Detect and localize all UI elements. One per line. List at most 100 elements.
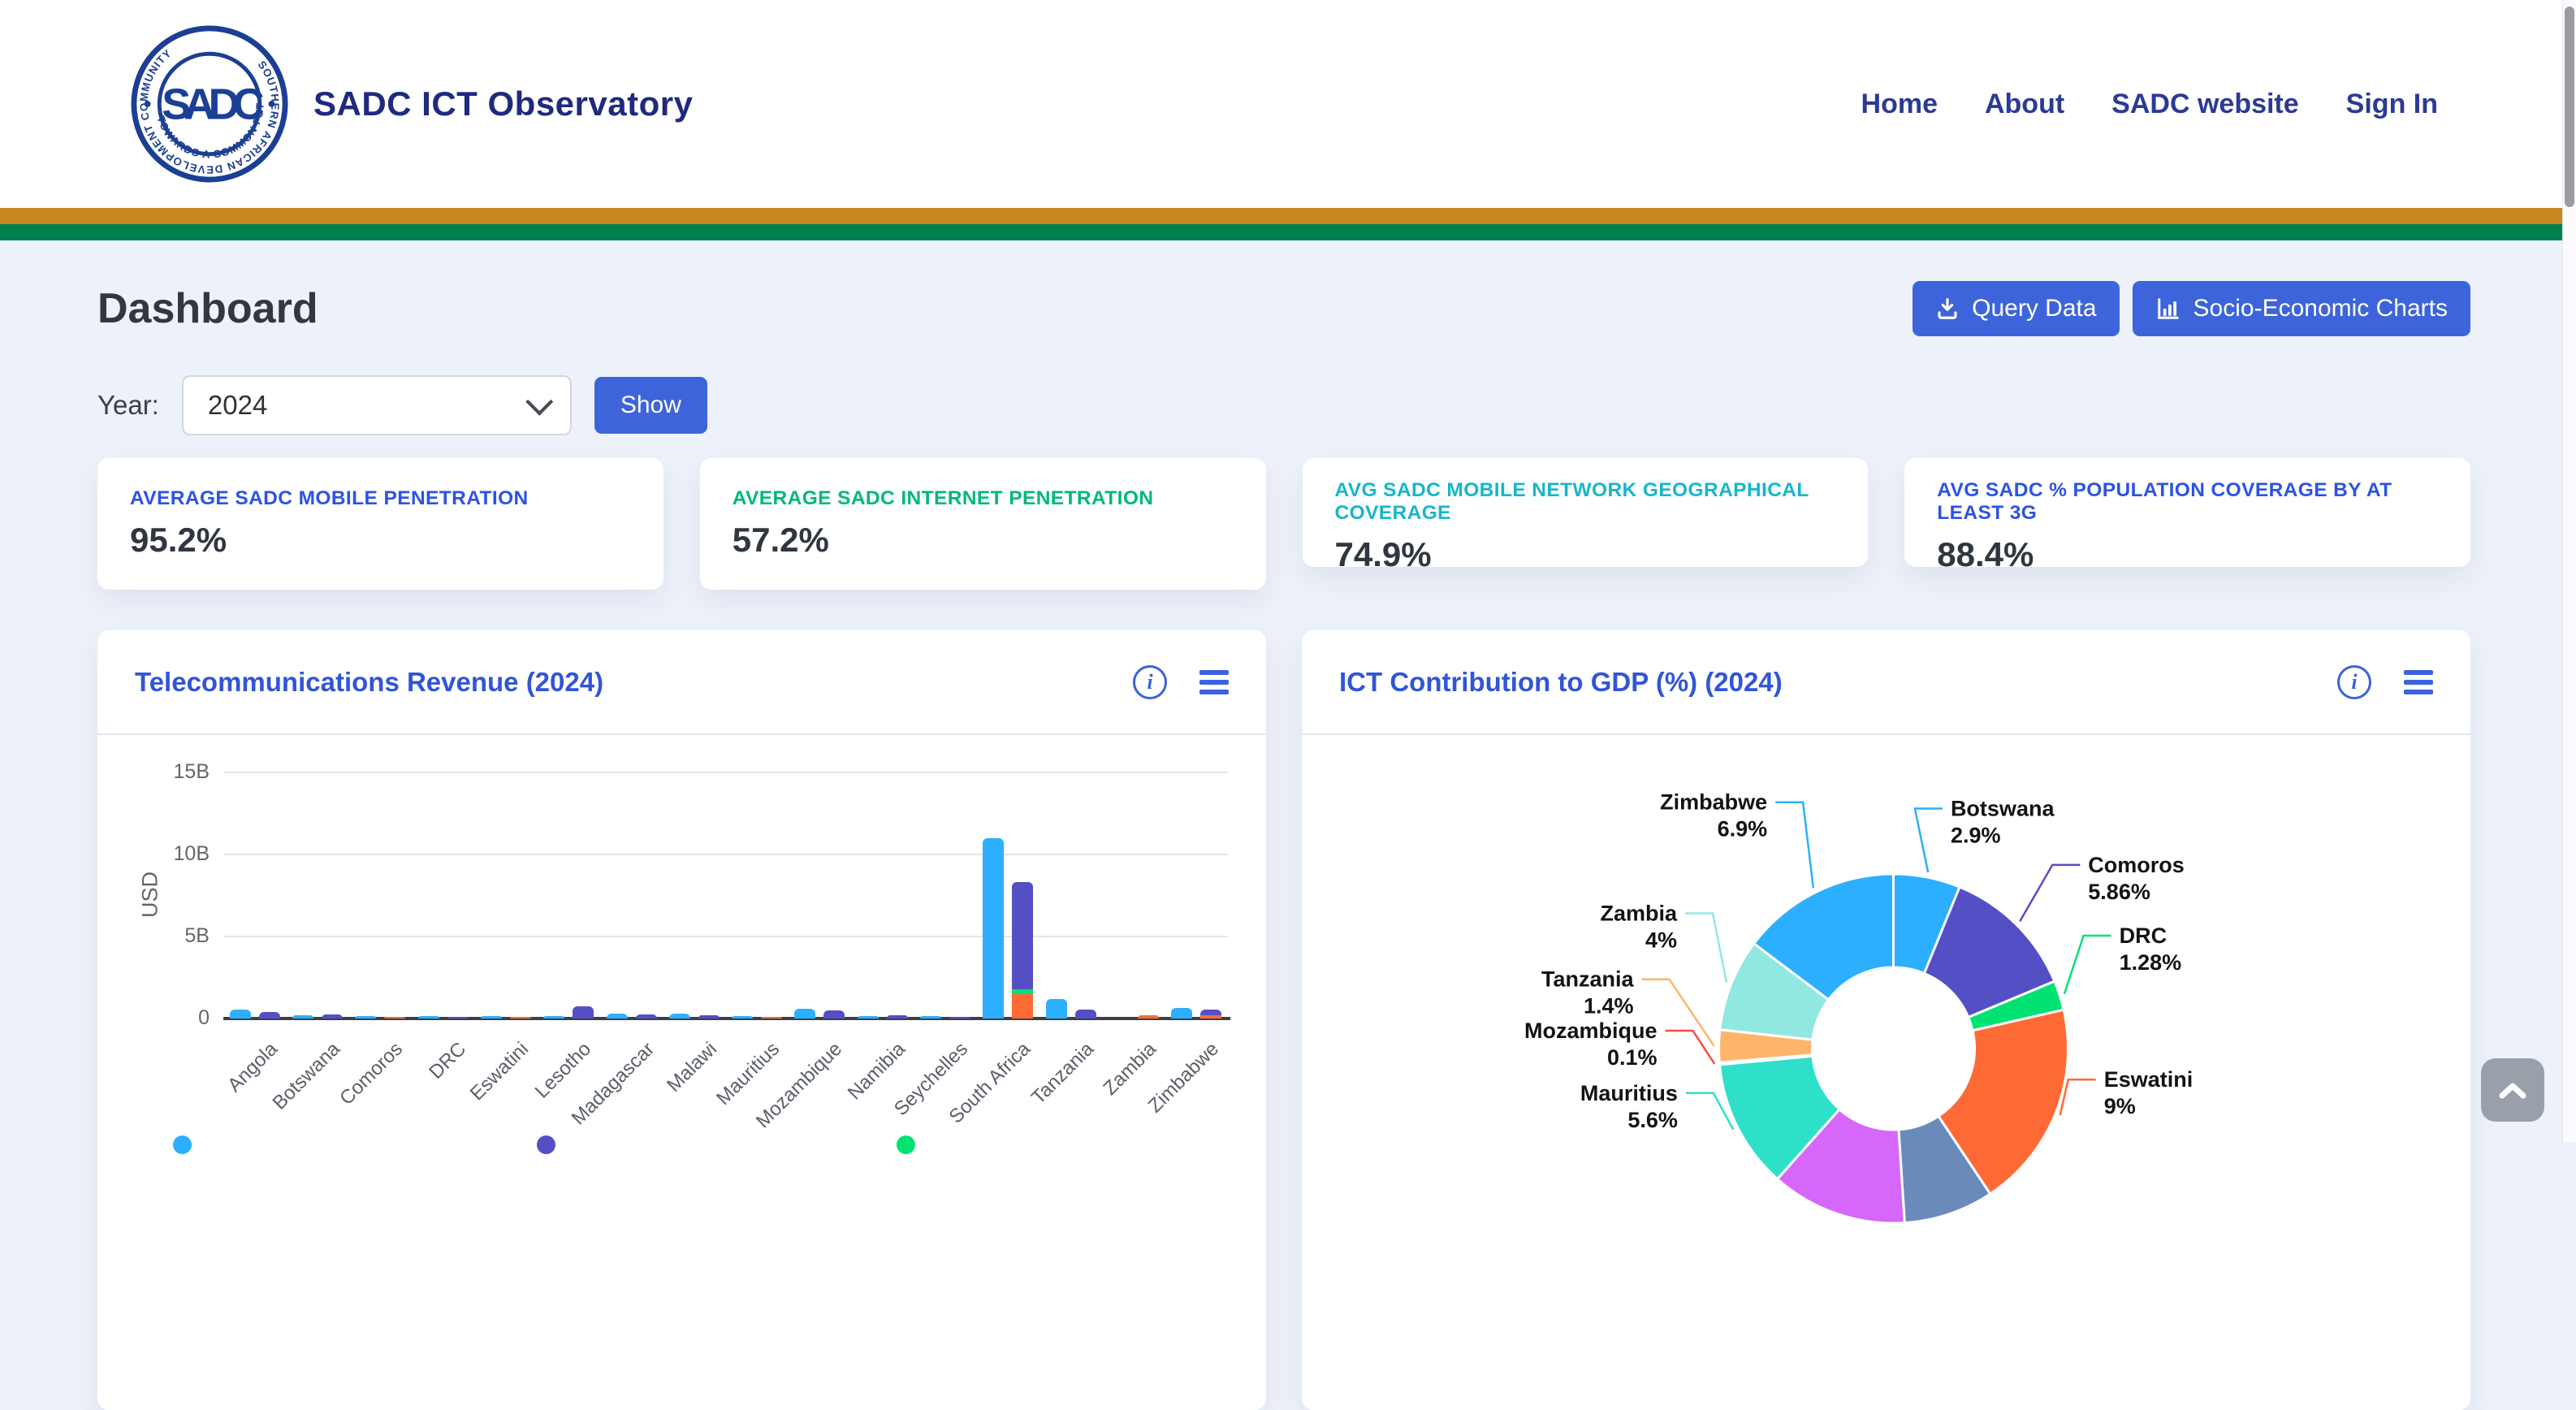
chevron-up-icon <box>2499 1080 2526 1100</box>
nav-link-sign-in[interactable]: Sign In <box>2346 89 2438 120</box>
chart-menu-icon[interactable] <box>1199 670 1229 694</box>
label-connector-Zimbabwe <box>1775 802 1813 889</box>
bar-DRC-s4[interactable] <box>447 1017 469 1019</box>
info-icon[interactable]: i <box>1133 665 1167 699</box>
slice-label-DRC: DRC1.28% <box>2120 923 2182 975</box>
bar-Zimbabwe-s2[interactable] <box>1200 1015 1221 1019</box>
bar-Eswatini-s2[interactable] <box>510 1017 531 1019</box>
bar-Tanzania-s1[interactable] <box>1046 999 1067 1019</box>
y-axis-tick-label: 5B <box>120 924 210 948</box>
year-select[interactable]: 2024 <box>182 375 572 435</box>
bar-Angola-s1[interactable] <box>230 1010 251 1019</box>
stat-title: AVERAGE SADC MOBILE PENETRATION <box>130 487 631 510</box>
bar-Malawi-s4[interactable] <box>698 1015 720 1019</box>
y-axis-tick-label: 0 <box>120 1006 210 1030</box>
bar-Mauritius-s2[interactable] <box>761 1017 782 1019</box>
stat-cards-row: AVERAGE SADC MOBILE PENETRATION 95.2% AV… <box>97 458 2470 590</box>
bar-South Africa-s1[interactable] <box>983 838 1004 1019</box>
bar-DRC-s1[interactable] <box>418 1016 439 1019</box>
bar-Mozambique-s1[interactable] <box>794 1009 815 1019</box>
bar-Mozambique-s4[interactable] <box>823 1010 845 1019</box>
page-scrollbar <box>2562 0 2576 1142</box>
chart-menu-icon[interactable] <box>2404 670 2433 694</box>
stat-title: AVERAGE SADC INTERNET PENETRATION <box>733 487 1234 510</box>
chart-title: Telecommunications Revenue (2024) <box>135 667 603 698</box>
bar-South Africa-s3[interactable] <box>1012 989 1033 994</box>
bar-Seychelles-s4[interactable] <box>949 1017 970 1019</box>
page-title: Dashboard <box>97 284 318 333</box>
bar-Zimbabwe-s4[interactable] <box>1200 1010 1221 1015</box>
y-gridline <box>223 854 1228 855</box>
bar-Zambia-s2[interactable] <box>1138 1015 1159 1019</box>
bar-Zimbabwe-s1[interactable] <box>1171 1008 1192 1019</box>
bar-Madagascar-s4[interactable] <box>636 1014 657 1019</box>
bar-South Africa-s2[interactable] <box>1012 994 1033 1019</box>
y-gridline <box>223 936 1228 937</box>
bar-Lesotho-s4[interactable] <box>573 1006 594 1019</box>
info-icon[interactable]: i <box>2337 665 2371 699</box>
bar-Namibia-s1[interactable] <box>858 1016 879 1019</box>
chart-title: ICT Contribution to GDP (%) (2024) <box>1339 667 1783 698</box>
bar-Comoros-s1[interactable] <box>355 1016 376 1019</box>
bar-Eswatini-s1[interactable] <box>481 1016 502 1019</box>
bar-Seychelles-s1[interactable] <box>920 1016 941 1019</box>
stat-card-mobile-penetration: AVERAGE SADC MOBILE PENETRATION 95.2% <box>97 458 663 590</box>
scrollbar-thumb[interactable] <box>2565 6 2574 207</box>
bar-Mauritius-s1[interactable] <box>732 1016 753 1019</box>
slice-label-Eswatini: Eswatini9% <box>2104 1067 2193 1118</box>
stat-value: 57.2% <box>733 521 1234 560</box>
slice-label-Mozambique: Mozambique0.1% <box>1524 1019 1658 1070</box>
download-icon <box>1935 296 1960 321</box>
nav-link-sadc-website[interactable]: SADC website <box>2111 89 2299 120</box>
year-label: Year: <box>97 390 159 421</box>
app-title: SADC ICT Observatory <box>313 84 693 123</box>
stat-card-geographical-coverage: AVG SADC MOBILE NETWORK GEOGRAPHICAL COV… <box>1303 458 1869 567</box>
y-axis-title: USD <box>138 850 163 940</box>
label-connector-Comoros <box>2020 865 2080 921</box>
label-connector-DRC <box>2064 936 2111 994</box>
legend-dot[interactable] <box>897 1135 915 1154</box>
legend-dot[interactable] <box>537 1135 555 1154</box>
slice-label-Zambia: Zambia4% <box>1600 902 1678 953</box>
year-select-value: 2024 <box>208 390 267 421</box>
stat-card-3g-coverage: AVG SADC % POPULATION COVERAGE BY AT LEA… <box>1904 458 2470 567</box>
legend-dot[interactable] <box>173 1135 192 1154</box>
bar-Lesotho-s1[interactable] <box>543 1016 564 1019</box>
stat-card-internet-penetration: AVERAGE SADC INTERNET PENETRATION 57.2% <box>700 458 1266 590</box>
slice-label-Zimbabwe: Zimbabwe6.9% <box>1660 790 1767 841</box>
bar-Tanzania-s4[interactable] <box>1075 1010 1096 1019</box>
slice-label-Tanzania: Tanzania1.4% <box>1541 967 1635 1019</box>
bar-chart-plot: 05B10B15BUSDAngolaBotswanaComorosDRCEswa… <box>97 630 1266 1410</box>
ict-gdp-chart-card: ICT Contribution to GDP (%) (2024) i Bot… <box>1302 630 2470 1410</box>
show-button[interactable]: Show <box>594 377 707 434</box>
stat-title: AVG SADC % POPULATION COVERAGE BY AT LEA… <box>1937 479 2438 525</box>
nav-link-home[interactable]: Home <box>1861 89 1938 120</box>
main-nav: Home About SADC website Sign In <box>1861 89 2438 120</box>
brand: SOUTHERN AFRICAN DEVELOPMENT COMMUNITY T… <box>130 24 693 184</box>
telecom-revenue-chart-card: Telecommunications Revenue (2024) i 0 5B 1… <box>97 630 1266 1410</box>
logo-monogram: SADC <box>162 80 263 129</box>
bar-Angola-s4[interactable] <box>259 1012 280 1019</box>
sadc-logo: SOUTHERN AFRICAN DEVELOPMENT COMMUNITY T… <box>130 24 289 184</box>
nav-link-about[interactable]: About <box>1985 89 2064 120</box>
bar-Botswana-s4[interactable] <box>322 1014 343 1019</box>
bar-Madagascar-s1[interactable] <box>607 1014 628 1019</box>
label-connector-Zambia <box>1685 914 1727 983</box>
bar-Namibia-s4[interactable] <box>887 1015 908 1019</box>
gold-stripe <box>0 208 2576 224</box>
bar-South Africa-s4[interactable] <box>1012 882 1033 988</box>
scroll-to-top-button[interactable] <box>2481 1058 2544 1122</box>
y-axis-tick-label: 15B <box>120 760 210 784</box>
query-data-button[interactable]: Query Data <box>1913 281 2119 336</box>
show-button-label: Show <box>620 391 681 419</box>
page-actions: Query Data Socio-Economic Charts <box>1913 281 2470 336</box>
bar-Malawi-s1[interactable] <box>669 1014 690 1019</box>
bar-Botswana-s1[interactable] <box>292 1015 313 1019</box>
green-stripe <box>0 224 2576 240</box>
bar-Comoros-s2[interactable] <box>384 1017 405 1019</box>
y-axis-tick-label: 10B <box>120 842 210 866</box>
y-gridline <box>223 772 1228 773</box>
stat-value: 74.9% <box>1335 535 1836 574</box>
socio-economic-charts-button[interactable]: Socio-Economic Charts <box>2133 281 2470 336</box>
slice-label-Mauritius: Mauritius5.6% <box>1580 1081 1678 1132</box>
